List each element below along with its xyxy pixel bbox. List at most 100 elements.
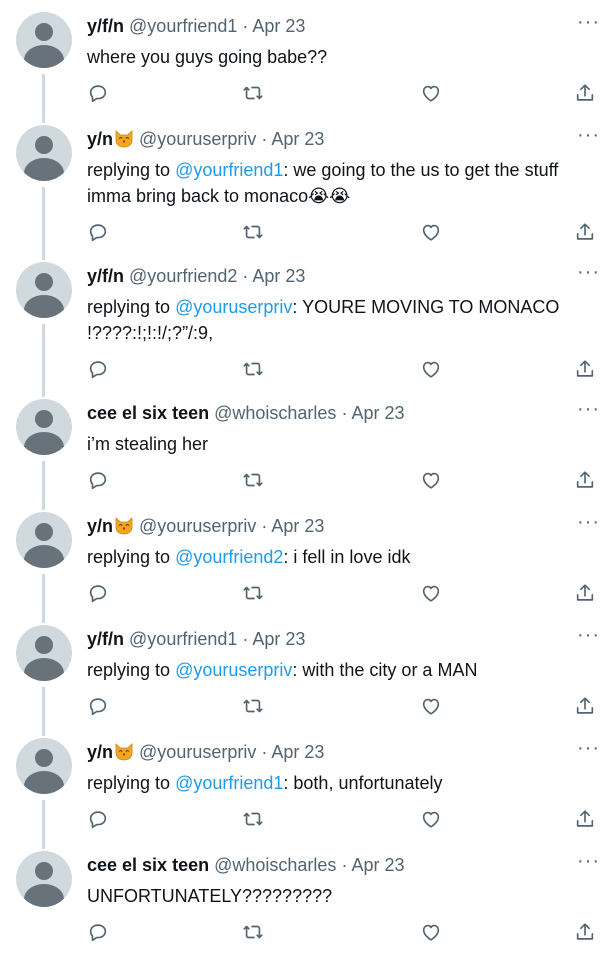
- avatar[interactable]: [16, 12, 72, 68]
- tweet-date[interactable]: Apr 23: [252, 16, 305, 36]
- tweet[interactable]: ··· y/f/n @yourfriend1 · Apr 23 where yo…: [0, 0, 616, 123]
- like-heart-icon[interactable]: [420, 221, 444, 245]
- like-heart-icon[interactable]: [420, 695, 444, 719]
- like-heart-icon[interactable]: [420, 582, 444, 606]
- user-handle[interactable]: @yourfriend1: [129, 16, 237, 36]
- reply-prefix: replying to: [87, 547, 171, 567]
- display-name[interactable]: y/f/n: [87, 16, 124, 36]
- tweet[interactable]: ··· y/n @youruserpriv · Apr 23 replying …: [0, 726, 616, 849]
- tweet-actions: [87, 808, 600, 832]
- tweet-text: replying to @yourfriend1: both, unfortun…: [87, 770, 600, 796]
- share-icon[interactable]: [574, 582, 598, 606]
- tweet-content: cee el six teen @whoischarles · Apr 23 i…: [87, 401, 600, 457]
- tweet-text: where you guys going babe??: [87, 44, 600, 70]
- tweet-content: y/f/n @yourfriend2 · Apr 23 replying to …: [87, 264, 600, 346]
- avatar-body-shape: [24, 432, 64, 455]
- retweet-icon[interactable]: [242, 469, 266, 493]
- retweet-icon[interactable]: [242, 358, 266, 382]
- reply-icon[interactable]: [87, 82, 111, 106]
- tweet-date[interactable]: Apr 23: [351, 403, 404, 423]
- tweet[interactable]: ··· cee el six teen @whoischarles · Apr …: [0, 839, 616, 960]
- user-handle[interactable]: @youruserpriv: [139, 742, 256, 762]
- tweet-date[interactable]: Apr 23: [271, 516, 324, 536]
- mention-link[interactable]: @yourfriend1: [175, 160, 283, 180]
- separator-dot: ·: [261, 129, 268, 149]
- tweet-header: y/n @youruserpriv · Apr 23: [87, 127, 600, 151]
- like-heart-icon[interactable]: [420, 82, 444, 106]
- tweet[interactable]: ··· y/n @youruserpriv · Apr 23 replying …: [0, 500, 616, 623]
- share-icon[interactable]: [574, 82, 598, 106]
- reply-icon[interactable]: [87, 582, 111, 606]
- cat-emoji-icon: [115, 130, 133, 148]
- retweet-icon[interactable]: [242, 921, 266, 945]
- tweet-date[interactable]: Apr 23: [252, 629, 305, 649]
- mention-link[interactable]: @yourfriend1: [175, 773, 283, 793]
- reply-icon[interactable]: [87, 808, 111, 832]
- avatar-head-shape: [35, 862, 53, 880]
- retweet-icon[interactable]: [242, 695, 266, 719]
- like-heart-icon[interactable]: [420, 469, 444, 493]
- share-icon[interactable]: [574, 808, 598, 832]
- display-name[interactable]: cee el six teen: [87, 855, 209, 875]
- avatar-body-shape: [24, 158, 64, 181]
- user-handle[interactable]: @yourfriend2: [129, 266, 237, 286]
- avatar-body-shape: [24, 771, 64, 794]
- avatar-head-shape: [35, 136, 53, 154]
- avatar-body-shape: [24, 658, 64, 681]
- avatar[interactable]: [16, 262, 72, 318]
- reply-icon[interactable]: [87, 695, 111, 719]
- like-heart-icon[interactable]: [420, 921, 444, 945]
- retweet-icon[interactable]: [242, 582, 266, 606]
- share-icon[interactable]: [574, 358, 598, 382]
- tweet-body-text: : i fell in love idk: [283, 547, 411, 567]
- tweet-content: y/f/n @yourfriend1 · Apr 23 replying to …: [87, 627, 600, 683]
- avatar[interactable]: [16, 738, 72, 794]
- tweet-date[interactable]: Apr 23: [271, 129, 324, 149]
- reply-icon[interactable]: [87, 358, 111, 382]
- separator-dot: ·: [242, 16, 249, 36]
- reply-icon[interactable]: [87, 221, 111, 245]
- tweet-date[interactable]: Apr 23: [252, 266, 305, 286]
- share-icon[interactable]: [574, 469, 598, 493]
- avatar[interactable]: [16, 399, 72, 455]
- tweet-date[interactable]: Apr 23: [271, 742, 324, 762]
- tweet[interactable]: ··· y/f/n @yourfriend2 · Apr 23 replying…: [0, 250, 616, 397]
- display-name[interactable]: cee el six teen: [87, 403, 209, 423]
- user-handle[interactable]: @youruserpriv: [139, 516, 256, 536]
- tweet-text: replying to @yourfriend1: we going to th…: [87, 157, 600, 209]
- tweet-text: replying to @youruserpriv: with the city…: [87, 657, 600, 683]
- retweet-icon[interactable]: [242, 808, 266, 832]
- display-name[interactable]: y/f/n: [87, 629, 124, 649]
- share-icon[interactable]: [574, 921, 598, 945]
- avatar[interactable]: [16, 512, 72, 568]
- retweet-icon[interactable]: [242, 82, 266, 106]
- avatar[interactable]: [16, 625, 72, 681]
- avatar[interactable]: [16, 851, 72, 907]
- share-icon[interactable]: [574, 695, 598, 719]
- retweet-icon[interactable]: [242, 221, 266, 245]
- avatar[interactable]: [16, 125, 72, 181]
- tweet[interactable]: ··· y/n @youruserpriv · Apr 23 replying …: [0, 113, 616, 260]
- display-name[interactable]: y/n: [87, 516, 113, 536]
- user-handle[interactable]: @yourfriend1: [129, 629, 237, 649]
- tweet-text: UNFORTUNATELY?????????: [87, 883, 600, 909]
- reply-icon[interactable]: [87, 921, 111, 945]
- tweet-date[interactable]: Apr 23: [351, 855, 404, 875]
- user-handle[interactable]: @youruserpriv: [139, 129, 256, 149]
- user-handle[interactable]: @whoischarles: [214, 855, 336, 875]
- reply-icon[interactable]: [87, 469, 111, 493]
- tweet[interactable]: ··· y/f/n @yourfriend1 · Apr 23 replying…: [0, 613, 616, 736]
- like-heart-icon[interactable]: [420, 358, 444, 382]
- mention-link[interactable]: @yourfriend2: [175, 547, 283, 567]
- avatar-body-shape: [24, 295, 64, 318]
- share-icon[interactable]: [574, 221, 598, 245]
- tweet[interactable]: ··· cee el six teen @whoischarles · Apr …: [0, 387, 616, 510]
- display-name[interactable]: y/f/n: [87, 266, 124, 286]
- display-name[interactable]: y/n: [87, 742, 113, 762]
- mention-link[interactable]: @youruserpriv: [175, 660, 292, 680]
- user-handle[interactable]: @whoischarles: [214, 403, 336, 423]
- like-heart-icon[interactable]: [420, 808, 444, 832]
- display-name[interactable]: y/n: [87, 129, 113, 149]
- tweet-content: y/n @youruserpriv · Apr 23 replying to @…: [87, 514, 600, 570]
- mention-link[interactable]: @youruserpriv: [175, 297, 292, 317]
